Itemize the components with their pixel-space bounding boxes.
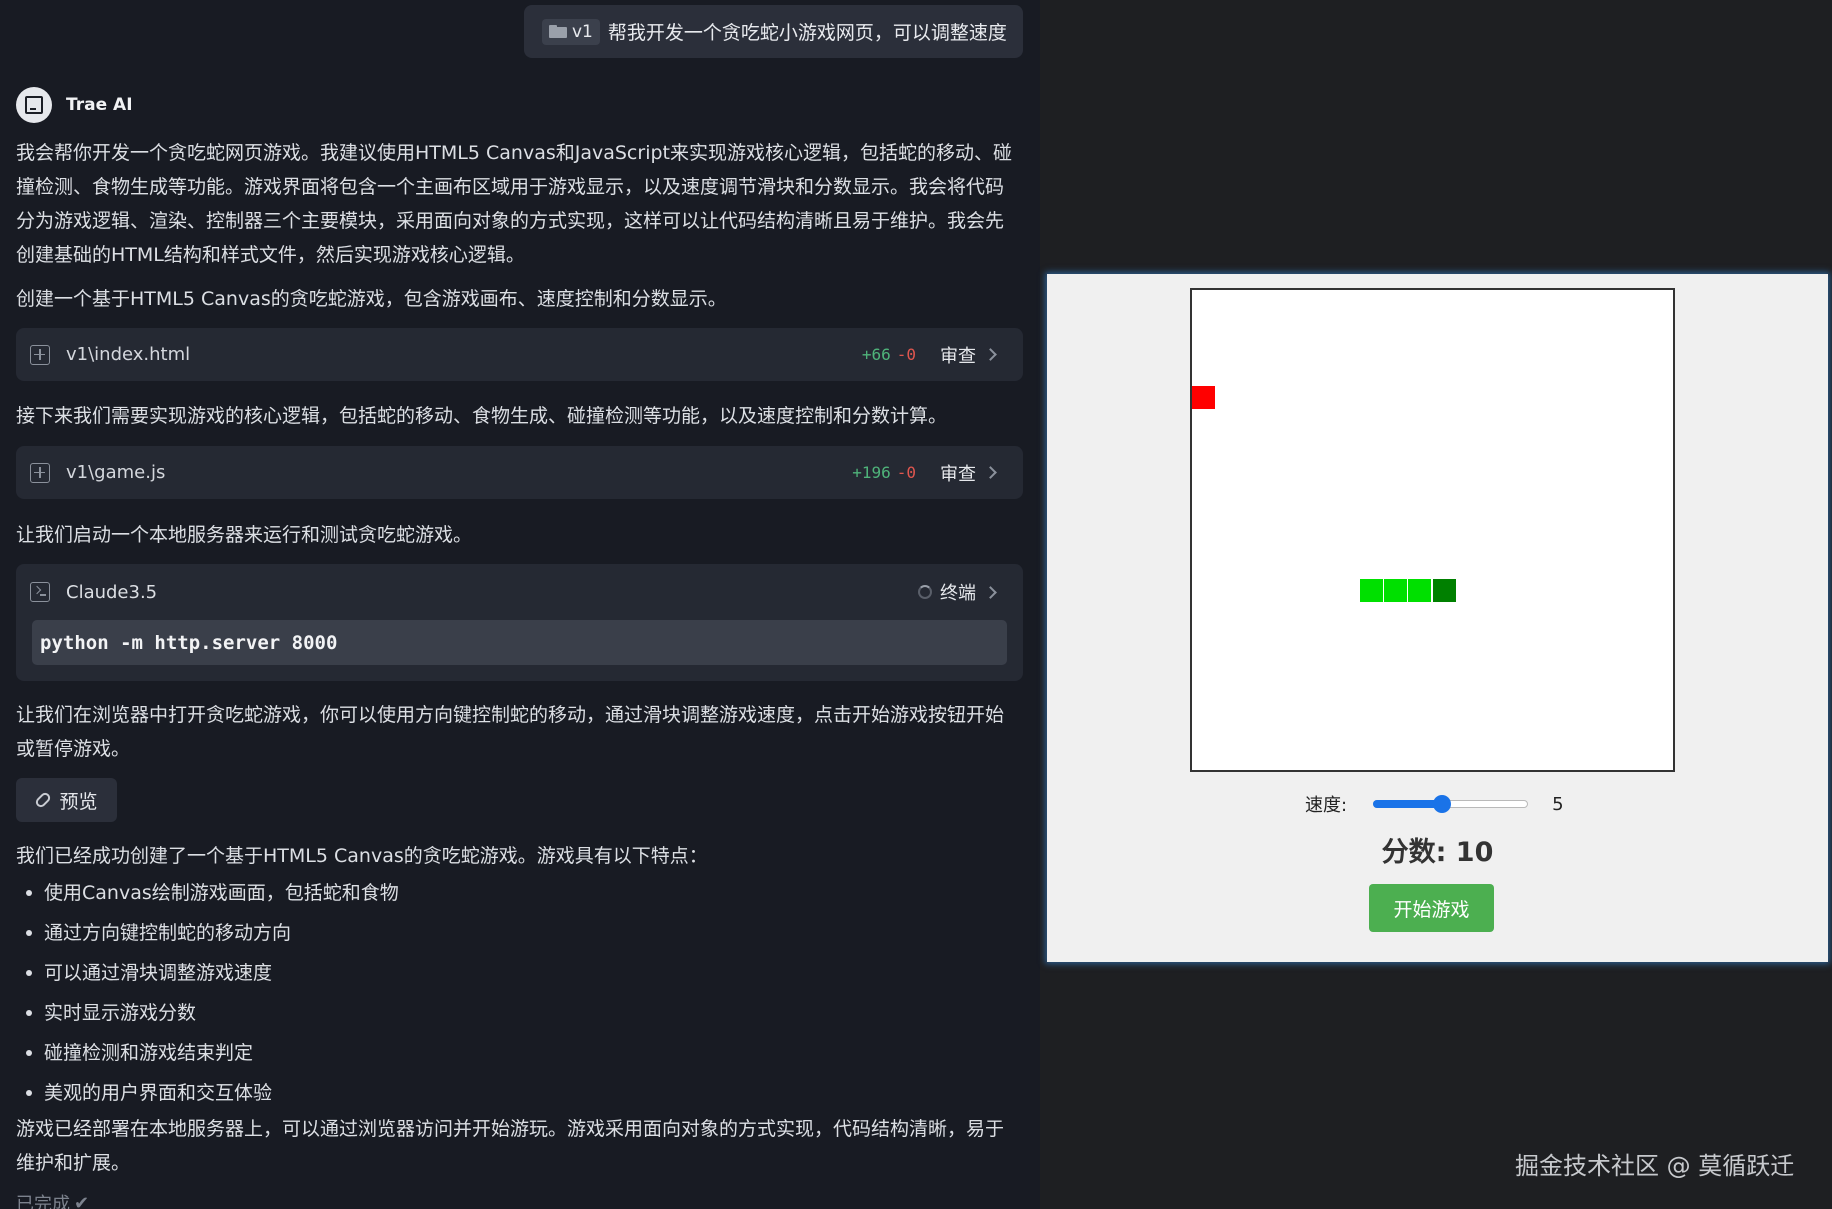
assistant-step-1: 创建一个基于HTML5 Canvas的贪吃蛇游戏，包含游戏画布、速度控制和分数显… xyxy=(16,288,727,310)
assistant-intro: 我会帮你开发一个贪吃蛇网页游戏。我建议使用HTML5 Canvas和JavaSc… xyxy=(16,142,1012,266)
assistant-summary: 我们已经成功创建了一个基于HTML5 Canvas的贪吃蛇游戏。游戏具有以下特点… xyxy=(16,845,708,867)
context-chip[interactable]: v1 xyxy=(542,18,600,45)
assistant-step-2: 接下来我们需要实现游戏的核心逻辑，包括蛇的移动、食物生成、碰撞检测等功能，以及速… xyxy=(16,405,948,427)
file-name: v1\game.js xyxy=(66,462,166,483)
assistant-logo-icon xyxy=(25,96,43,114)
speed-label: 速度: xyxy=(1305,795,1348,816)
snake-segment xyxy=(1360,578,1384,602)
speed-control: 速度: 5 xyxy=(1305,789,1564,819)
review-button[interactable]: 审查 xyxy=(940,460,1009,486)
file-added-icon xyxy=(30,344,50,365)
file-card-game-js[interactable]: v1\game.js +196 -0 审查 xyxy=(16,446,1023,499)
file-added-icon xyxy=(30,462,50,483)
watermark: 掘金技术社区 @ 莫循跃迁 xyxy=(1515,1152,1795,1180)
terminal-action-label: 终端 xyxy=(940,583,976,604)
snake-segment xyxy=(1408,578,1432,602)
lines-added: +66 xyxy=(861,345,891,364)
lines-removed: -0 xyxy=(896,463,916,482)
game-preview: 速度: 5 分数: 10 开始游戏 xyxy=(1047,274,1828,962)
review-button[interactable]: 审查 xyxy=(940,342,1009,368)
status-done: 已完成 ✔ xyxy=(16,1190,89,1209)
score-display: 分数: 10 xyxy=(1381,837,1494,868)
loading-spinner-icon xyxy=(918,585,932,599)
snake-head xyxy=(1432,578,1456,602)
lines-removed: -0 xyxy=(896,345,916,364)
assistant-closing: 游戏已经部署在本地服务器上，可以通过浏览器访问并开始游玩。游戏采用面向对象的方式… xyxy=(16,1118,1005,1174)
list-item: 可以通过滑块调整游戏速度 xyxy=(26,953,399,993)
chevron-right-icon xyxy=(984,585,997,599)
game-canvas[interactable] xyxy=(1190,288,1675,772)
slider-thumb[interactable] xyxy=(1432,795,1451,813)
assistant-name: Trae AI xyxy=(66,95,133,115)
speed-value: 5 xyxy=(1552,793,1564,815)
list-item: 通过方向键控制蛇的移动方向 xyxy=(26,913,399,953)
chat-panel: v1 帮我开发一个贪吃蛇小游戏网页，可以调整速度 Trae AI 我会帮你开发一… xyxy=(0,0,1040,1209)
start-game-button[interactable]: 开始游戏 xyxy=(1369,884,1494,932)
slider-fill xyxy=(1373,800,1442,808)
speed-slider[interactable] xyxy=(1373,795,1529,813)
review-label: 审查 xyxy=(940,463,976,485)
terminal-icon xyxy=(30,582,50,602)
preview-label: 预览 xyxy=(59,790,98,813)
preview-button[interactable]: 预览 xyxy=(16,778,117,822)
list-item: 美观的用户界面和交互体验 xyxy=(26,1073,399,1113)
user-message-text: 帮我开发一个贪吃蛇小游戏网页，可以调整速度 xyxy=(607,22,1007,44)
food-cell xyxy=(1192,386,1216,410)
list-item: 使用Canvas绘制游戏画面，包括蛇和食物 xyxy=(26,873,399,913)
open-terminal-button[interactable]: 终端 xyxy=(940,579,1009,605)
assistant-header: Trae AI xyxy=(16,87,133,123)
chevron-right-icon xyxy=(984,348,997,361)
file-name: v1\index.html xyxy=(66,344,191,365)
terminal-command[interactable]: python -m http.server 8000 xyxy=(32,620,1007,665)
chevron-right-icon xyxy=(984,466,997,479)
list-item: 碰撞检测和游戏结束判定 xyxy=(26,1033,399,1073)
terminal-card: Claude3.5 终端 python -m http.server 8000 xyxy=(16,564,1023,681)
link-icon xyxy=(34,790,53,810)
folder-icon xyxy=(549,25,567,38)
snake-segment xyxy=(1384,578,1408,602)
feature-list: 使用Canvas绘制游戏画面，包括蛇和食物 通过方向键控制蛇的移动方向 可以通过… xyxy=(26,873,399,1113)
terminal-model: Claude3.5 xyxy=(66,581,158,603)
check-icon: ✔ xyxy=(74,1192,90,1209)
context-chip-label: v1 xyxy=(572,21,593,42)
assistant-avatar xyxy=(16,87,52,123)
review-label: 审查 xyxy=(940,345,976,367)
list-item: 实时显示游戏分数 xyxy=(26,993,399,1033)
assistant-step-3: 让我们启动一个本地服务器来运行和测试贪吃蛇游戏。 xyxy=(16,524,473,546)
assistant-step-4: 让我们在浏览器中打开贪吃蛇游戏，你可以使用方向键控制蛇的移动，通过滑块调整游戏速… xyxy=(16,704,1005,760)
done-label: 已完成 xyxy=(16,1194,70,1209)
file-card-index-html[interactable]: v1\index.html +66 -0 审查 xyxy=(16,328,1023,381)
user-message: v1 帮我开发一个贪吃蛇小游戏网页，可以调整速度 xyxy=(524,5,1023,58)
lines-added: +196 xyxy=(852,463,891,482)
terminal-header: Claude3.5 终端 xyxy=(16,564,1023,620)
